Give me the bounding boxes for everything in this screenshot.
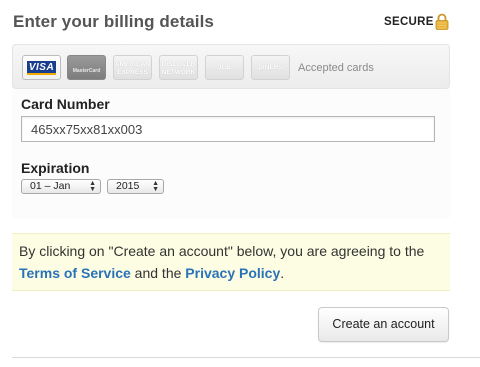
divider [12,357,480,358]
jcb-card-icon: JCB [205,55,244,80]
expiration-month-value: 01 – Jan [30,180,71,192]
privacy-policy-link[interactable]: Privacy Policy [185,265,280,281]
visa-card-icon: VISA [22,55,61,80]
lock-icon [435,13,449,30]
notice-text-end: . [280,265,285,281]
billing-form: VISA MasterCard AMERICAN EXPRESS DISCOVE… [12,44,450,218]
card-number-input[interactable] [21,116,435,142]
terms-notice: By clicking on "Create an account" below… [12,233,450,291]
card-number-label: Card Number [21,96,110,112]
mastercard-card-icon: MasterCard [67,55,106,80]
amex-card-icon: AMERICAN EXPRESS [113,55,152,80]
updown-arrows-icon: ▲ ▼ [89,180,96,193]
expiration-label: Expiration [21,160,90,176]
notice-text: By clicking on "Create an account" below… [19,243,425,259]
secure-label: SECURE [384,16,434,28]
accepted-cards-label: Accepted cards [298,62,374,74]
accepted-cards-bar: VISA MasterCard AMERICAN EXPRESS DISCOVE… [12,44,450,89]
updown-arrows-icon: ▲ ▼ [152,180,159,193]
terms-of-service-link[interactable]: Terms of Service [19,265,131,281]
page-title: Enter your billing details [13,12,214,31]
billing-header: Enter your billing details SECURE [0,0,480,44]
notice-text-middle: and the [130,265,186,281]
expiration-month-select[interactable]: 01 – Jan ▲ ▼ [21,179,101,194]
expiration-year-select[interactable]: 2015 ▲ ▼ [107,179,164,194]
create-account-button[interactable]: Create an account [318,307,449,342]
discover-card-icon: DISCOVER NETWORK [159,55,198,80]
diners-card-icon: DINERS [251,55,290,80]
expiration-year-value: 2015 [116,180,140,192]
